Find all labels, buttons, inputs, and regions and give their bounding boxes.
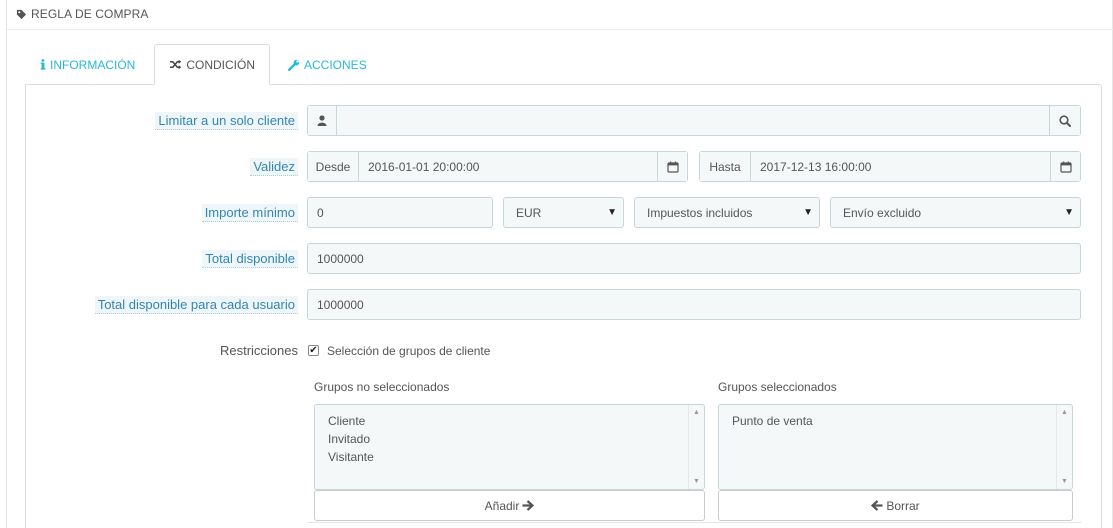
tab-label: INFORMACIÓN <box>50 57 136 72</box>
arrow-left-icon <box>871 500 883 511</box>
minimum-amount-value: 0 <box>317 205 324 220</box>
add-group-button[interactable]: Añadir <box>314 490 705 521</box>
minimum-amount-field[interactable]: 0 <box>307 197 493 228</box>
scroll-up-icon[interactable]: ▲ <box>693 409 700 416</box>
total-per-user-input[interactable]: 1000000 <box>307 289 1081 320</box>
scroll-up-icon[interactable]: ▲ <box>1061 409 1068 416</box>
shipping-value: Envío excluido <box>843 205 922 220</box>
tax-select[interactable]: Impuestos incluidos ▼ <box>634 197 820 228</box>
validity-from-input[interactable]: 2016-01-01 20:00:00 <box>359 160 657 174</box>
tag-icon <box>16 9 27 20</box>
validity-to-input[interactable]: 2017-12-13 16:00:00 <box>751 160 1050 174</box>
restrictions-label-wrap: Restricciones <box>26 343 298 363</box>
total-per-user-value: 1000000 <box>317 297 364 312</box>
remove-group-button[interactable]: Borrar <box>718 490 1073 521</box>
from-addon: Desde <box>308 152 359 181</box>
total-available-input[interactable]: 1000000 <box>307 243 1081 274</box>
divider <box>308 522 1081 526</box>
panel-title: REGLA DE COMPRA <box>31 7 149 21</box>
group-restriction-label: Selección de grupos de cliente <box>327 344 491 358</box>
currency-select[interactable]: EUR ▼ <box>503 197 624 228</box>
to-addon: Hasta <box>700 152 751 181</box>
list-item[interactable]: Punto de venta <box>732 412 1072 430</box>
tab-condicion[interactable]: CONDICIÓN <box>154 44 271 85</box>
calendar-icon[interactable] <box>1050 152 1080 181</box>
tax-value: Impuestos incluidos <box>647 205 753 220</box>
total-available-value: 1000000 <box>317 251 364 266</box>
minimum-label: Importe mínimo <box>201 204 298 222</box>
list-item[interactable]: Invitado <box>328 430 704 448</box>
wrench-icon <box>288 59 300 71</box>
validity-to-group: Hasta 2017-12-13 16:00:00 <box>699 151 1081 182</box>
total-per-user-label: Total disponible para cada usuario <box>94 296 298 314</box>
caret-down-icon: ▼ <box>607 207 617 218</box>
customer-label: Limitar a un solo cliente <box>155 112 298 130</box>
list-item[interactable]: Visitante <box>328 448 704 466</box>
per-user-label-wrap: Total disponible para cada usuario <box>26 296 298 316</box>
arrow-right-icon <box>522 500 535 511</box>
check-icon: ✔ <box>309 345 318 356</box>
selected-groups-list[interactable]: Punto de venta ▲ ▼ <box>718 404 1073 490</box>
heading-divider <box>7 29 1113 30</box>
remove-button-label: Borrar <box>886 498 920 513</box>
user-icon <box>308 106 337 135</box>
customer-label-wrap: Limitar a un solo cliente <box>26 112 298 132</box>
search-icon[interactable] <box>1049 106 1080 135</box>
unselected-groups-list[interactable]: Cliente Invitado Visitante ▲ ▼ <box>314 404 705 490</box>
customer-input-group <box>307 105 1081 136</box>
panel-heading: REGLA DE COMPRA <box>16 7 149 21</box>
total-label-wrap: Total disponible <box>26 250 298 270</box>
minimum-label-wrap: Importe mínimo <box>26 204 298 224</box>
info-icon <box>40 59 46 70</box>
validity-from-group: Desde 2016-01-01 20:00:00 <box>307 151 688 182</box>
add-button-label: Añadir <box>484 498 520 513</box>
selected-groups-title: Grupos seleccionados <box>718 380 837 394</box>
shuffle-icon <box>169 59 182 70</box>
caret-down-icon: ▼ <box>1064 207 1074 218</box>
group-restriction-checkbox[interactable]: ✔ <box>308 345 319 356</box>
shipping-select[interactable]: Envío excluido ▼ <box>830 197 1081 228</box>
caret-down-icon: ▼ <box>803 207 813 218</box>
scrollbar[interactable]: ▲ ▼ <box>688 405 704 489</box>
currency-value: EUR <box>516 205 542 220</box>
scroll-down-icon[interactable]: ▼ <box>693 478 700 485</box>
tab-label: CONDICIÓN <box>186 57 256 72</box>
tab-acciones[interactable]: ACCIONES <box>270 44 381 85</box>
scrollbar[interactable]: ▲ ▼ <box>1056 405 1072 489</box>
validity-label: Validez <box>250 158 298 176</box>
tab-bar: INFORMACIÓN CONDICIÓN ACCIONES <box>26 44 381 85</box>
validity-label-wrap: Validez <box>26 158 298 178</box>
tab-informacion[interactable]: INFORMACIÓN <box>26 44 149 85</box>
tab-label: ACCIONES <box>304 57 367 72</box>
total-available-label: Total disponible <box>202 250 298 268</box>
list-item[interactable]: Cliente <box>328 412 704 430</box>
restrictions-label: Restricciones <box>219 343 298 358</box>
unselected-groups-title: Grupos no seleccionados <box>314 380 450 394</box>
calendar-icon[interactable] <box>657 152 687 181</box>
scroll-down-icon[interactable]: ▼ <box>1061 478 1068 485</box>
